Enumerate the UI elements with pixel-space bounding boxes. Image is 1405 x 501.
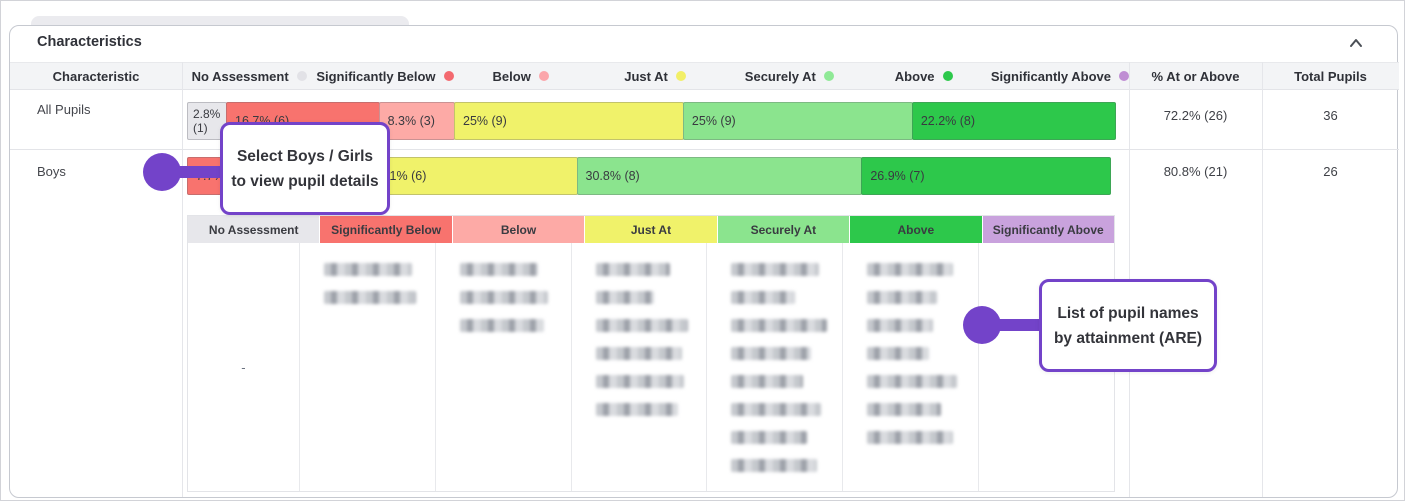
redacted-pupil-name xyxy=(867,263,953,276)
redacted-pupil-name xyxy=(867,431,953,444)
band-header-just_at: Just At xyxy=(588,69,722,84)
pupil-column-header-below: Below xyxy=(453,216,585,243)
bar-segment-just_at[interactable]: 25% (9) xyxy=(454,102,684,140)
redacted-pupil-name xyxy=(867,291,937,304)
band-header-significantly_below: Significantly Below xyxy=(316,69,453,84)
characteristics-widget: Characteristics Characteristic No Assess… xyxy=(0,0,1405,501)
redacted-pupil-name xyxy=(731,347,811,360)
bar-segment-above[interactable]: 26.9% (7) xyxy=(861,157,1111,195)
pupil-column-below xyxy=(436,243,572,491)
redacted-pupil-name xyxy=(596,375,684,388)
column-header-total-pupils: Total Pupils xyxy=(1262,69,1399,84)
bar-segment-securely_at[interactable]: 30.8% (8) xyxy=(577,157,863,195)
pupil-column-securely_at xyxy=(707,243,843,491)
bar-segment-just_at[interactable]: 23.1% (6) xyxy=(363,157,577,195)
band-header-label: No Assessment xyxy=(192,69,289,84)
band-header-label: Securely At xyxy=(745,69,816,84)
pupil-column-header-significantly_above: Significantly Above xyxy=(983,216,1114,243)
redacted-pupil-name xyxy=(324,291,416,304)
above-dot-icon xyxy=(943,71,953,81)
redacted-pupil-name xyxy=(460,319,544,332)
panel-title: Characteristics xyxy=(37,34,142,50)
chevron-up-icon[interactable] xyxy=(1345,34,1367,56)
divider xyxy=(1262,62,1263,497)
callout-pupil-list: List of pupil names by attainment (ARE) xyxy=(1039,279,1217,372)
securely_at-dot-icon xyxy=(824,71,834,81)
below-dot-icon xyxy=(539,71,549,81)
band-header-no_assessment: No Assessment xyxy=(182,69,316,84)
band-header-label: Significantly Below xyxy=(316,69,435,84)
empty-placeholder: - xyxy=(241,360,245,375)
redacted-pupil-name xyxy=(460,263,538,276)
redacted-pupil-name xyxy=(731,459,817,472)
pupil-column-header-significantly_below: Significantly Below xyxy=(320,216,452,243)
band-header-label: Significantly Above xyxy=(991,69,1111,84)
band-header-below: Below xyxy=(454,69,588,84)
bar-segment-below[interactable]: 8.3% (3) xyxy=(379,102,455,140)
pupil-column-significantly_below xyxy=(300,243,436,491)
total-pupils-value: 26 xyxy=(1262,164,1399,179)
column-header-pct-at-or-above: % At or Above xyxy=(1129,69,1262,84)
redacted-pupil-name xyxy=(596,291,654,304)
pupil-column-above xyxy=(843,243,979,491)
pupil-column-header-no_assessment: No Assessment xyxy=(188,216,320,243)
band-header-label: Below xyxy=(493,69,531,84)
redacted-pupil-name xyxy=(324,263,412,276)
pct-at-or-above-value: 80.8% (21) xyxy=(1129,164,1262,179)
just_at-dot-icon xyxy=(676,71,686,81)
redacted-pupil-name xyxy=(867,347,929,360)
total-pupils-value: 36 xyxy=(1262,108,1399,123)
row-label-boys[interactable]: Boys xyxy=(37,164,66,179)
pupil-table-header-row: No AssessmentSignificantly BelowBelowJus… xyxy=(188,216,1114,243)
band-header-securely_at: Securely At xyxy=(722,69,856,84)
band-column-headers: No Assessment Significantly Below Below Jus… xyxy=(182,69,1129,84)
redacted-pupil-name xyxy=(596,319,688,332)
pupil-column-header-securely_at: Securely At xyxy=(718,216,850,243)
redacted-pupil-name xyxy=(596,347,682,360)
redacted-pupil-name xyxy=(867,319,933,332)
pupil-names-table: No AssessmentSignificantly BelowBelowJus… xyxy=(187,215,1115,492)
callout-select-rows: Select Boys / Girls to view pupil detail… xyxy=(220,122,390,215)
pupil-column-header-above: Above xyxy=(850,216,982,243)
no_assessment-dot-icon xyxy=(297,71,307,81)
redacted-pupil-name xyxy=(596,263,670,276)
redacted-pupil-name xyxy=(731,403,821,416)
redacted-pupil-name xyxy=(731,291,795,304)
redacted-pupil-name xyxy=(867,403,941,416)
callout-text: by attainment (ARE) xyxy=(1054,326,1202,351)
callout-connector-stem xyxy=(162,166,224,178)
pupil-column-header-just_at: Just At xyxy=(585,216,717,243)
redacted-pupil-name xyxy=(596,403,678,416)
row-label-all-pupils[interactable]: All Pupils xyxy=(37,102,90,117)
significantly_below-dot-icon xyxy=(444,71,454,81)
redacted-pupil-name xyxy=(731,319,827,332)
redacted-pupil-name xyxy=(731,263,819,276)
pupil-column-no_assessment: - xyxy=(188,243,300,491)
callout-text: to view pupil details xyxy=(231,169,378,194)
pupil-column-just_at xyxy=(572,243,708,491)
band-header-label: Above xyxy=(895,69,935,84)
callout-connector-stem xyxy=(982,319,1044,331)
pupil-table-body: - xyxy=(188,243,1114,491)
redacted-pupil-name xyxy=(731,431,807,444)
characteristics-panel: Characteristics Characteristic No Assess… xyxy=(9,25,1398,498)
bar-segment-securely_at[interactable]: 25% (9) xyxy=(683,102,913,140)
callout-text: Select Boys / Girls xyxy=(237,144,373,169)
bar-segment-above[interactable]: 22.2% (8) xyxy=(912,102,1116,140)
row-divider xyxy=(10,149,1399,150)
redacted-pupil-name xyxy=(867,375,957,388)
table-header-row: Characteristic No Assessment Significantl… xyxy=(10,62,1399,90)
band-header-above: Above xyxy=(857,69,991,84)
column-header-characteristic: Characteristic xyxy=(10,69,182,84)
divider xyxy=(182,62,183,497)
pct-at-or-above-value: 72.2% (26) xyxy=(1129,108,1262,123)
band-header-significantly_above: Significantly Above xyxy=(991,69,1129,84)
redacted-pupil-name xyxy=(731,375,803,388)
callout-text: List of pupil names xyxy=(1057,301,1198,326)
redacted-pupil-name xyxy=(460,291,548,304)
significantly_above-dot-icon xyxy=(1119,71,1129,81)
band-header-label: Just At xyxy=(624,69,668,84)
